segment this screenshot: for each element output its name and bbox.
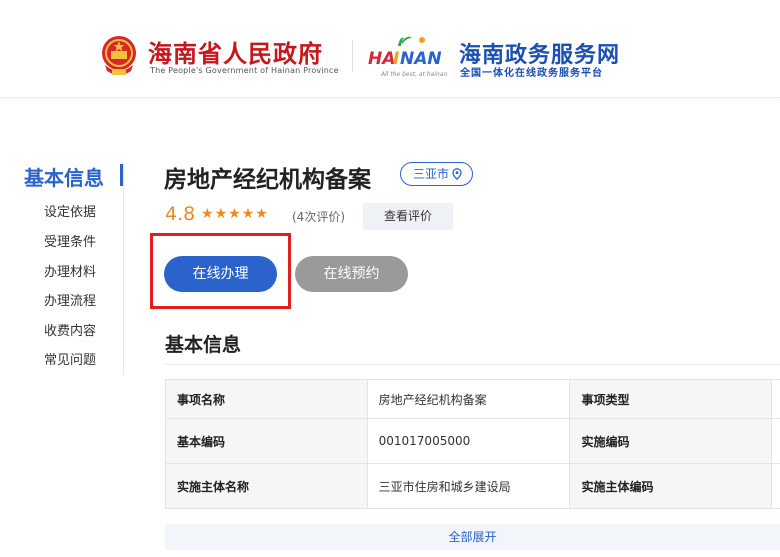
table-row: 实施主体名称 三亚市住房和城乡建设局 实施主体编码	[165, 463, 780, 509]
rating-score: 4.8	[165, 203, 196, 225]
svg-text:NAN: NAN	[400, 49, 442, 69]
rating-stars: ★★★★★	[201, 206, 269, 222]
star-icon: ★	[228, 206, 242, 222]
review-count: (4次评价)	[292, 210, 345, 224]
gov-name-en: The People's Government of Hainan Provin…	[150, 66, 339, 75]
table-value	[771, 379, 780, 419]
star-icon: ★	[201, 206, 215, 222]
sidebar-divider	[123, 163, 124, 375]
table-value: 三亚市住房和城乡建设局	[366, 463, 571, 509]
star-icon: ★	[255, 206, 269, 222]
sidebar-item-conditions[interactable]: 受理条件	[44, 231, 96, 250]
table-row: 基本编码 001017005000 实施编码	[165, 418, 780, 464]
table-key: 实施编码	[569, 418, 773, 464]
service-subtitle: 全国一体化在线政务服务平台	[460, 68, 603, 79]
sidebar-active-indicator	[120, 164, 123, 186]
table-key: 事项名称	[165, 379, 368, 419]
region-badge[interactable]: 三亚市	[400, 162, 474, 186]
hainan-slogan-script: All the best, at hainan	[381, 71, 448, 78]
table-key: 事项类型	[569, 379, 773, 419]
table-value: 房地产经纪机构备案	[366, 379, 571, 419]
view-reviews-button[interactable]: 查看评价	[363, 203, 453, 230]
table-key: 基本编码	[165, 418, 368, 464]
page-title: 房地产经纪机构备案	[164, 167, 371, 193]
region-label: 三亚市	[413, 167, 450, 181]
national-emblem-icon	[102, 36, 136, 75]
online-apply-button[interactable]: 在线办理	[164, 256, 277, 292]
section-title: 基本信息	[165, 334, 242, 356]
table-key: 实施主体名称	[165, 463, 368, 509]
star-icon: ★	[214, 206, 229, 222]
basic-info-table: 事项名称 房地产经纪机构备案 事项类型 基本编码 001017005000 实施…	[165, 379, 780, 509]
sidebar-item-fees[interactable]: 收费内容	[44, 320, 96, 339]
sidebar-item-process[interactable]: 办理流程	[44, 290, 96, 309]
table-key: 实施主体编码	[569, 463, 773, 509]
section-divider	[165, 364, 780, 365]
sidebar-item-materials[interactable]: 办理材料	[44, 261, 96, 280]
table-value: 001017005000	[366, 418, 571, 464]
header-divider	[352, 40, 353, 72]
sidebar-item-basis[interactable]: 设定依据	[44, 201, 96, 220]
site-header: 海南省人民政府 The People's Government of Haina…	[0, 0, 780, 98]
expand-all-button[interactable]: 全部展开	[165, 524, 780, 550]
gov-name[interactable]: 海南省人民政府	[148, 34, 323, 69]
sidebar-item-faq[interactable]: 常见问题	[44, 349, 96, 368]
table-value	[771, 463, 780, 509]
table-value	[771, 418, 780, 464]
hainan-logo-text: HA	[368, 49, 395, 69]
online-reserve-button[interactable]: 在线预约	[295, 256, 408, 292]
star-icon: ★	[241, 206, 256, 222]
table-row: 事项名称 房地产经纪机构备案 事项类型	[165, 379, 780, 419]
location-pin-icon	[452, 168, 462, 180]
sidebar-title[interactable]: 基本信息	[24, 162, 104, 191]
svg-text:I: I	[393, 49, 399, 69]
